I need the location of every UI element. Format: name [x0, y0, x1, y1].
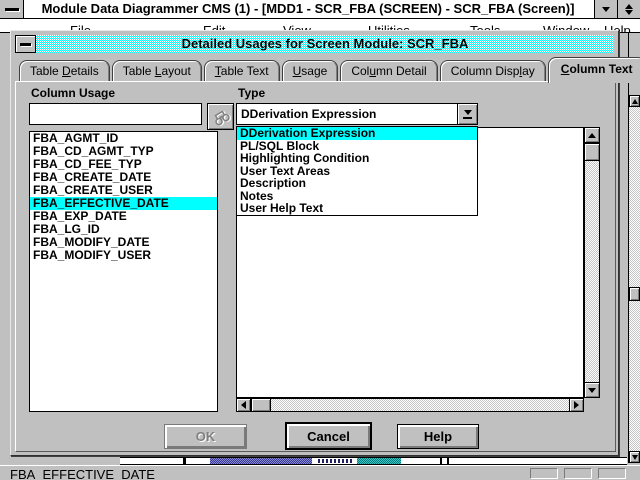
- cancel-button[interactable]: Cancel: [285, 422, 372, 450]
- column-usage-search-input[interactable]: [29, 103, 202, 125]
- dropdown-option-highlighting-condition[interactable]: Highlighting Condition: [237, 152, 477, 165]
- type-combobox[interactable]: DDerivation Expression: [236, 103, 478, 125]
- status-text: FBA_EFFECTIVE_DATE: [10, 467, 155, 480]
- status-cell: [564, 468, 592, 479]
- scroll-right-button[interactable]: [569, 398, 584, 412]
- scrollbar-thumb[interactable]: [251, 398, 271, 412]
- dialog-titlebar[interactable]: Detailed Usages for Screen Module: SCR_F…: [15, 35, 614, 53]
- tab-table-details[interactable]: Table Details: [19, 60, 110, 81]
- tab-usage[interactable]: Usage: [282, 60, 339, 81]
- scroll-down-button[interactable]: [584, 382, 600, 398]
- type-dropdown-list[interactable]: DDerivation ExpressionPL/SQL BlockHighli…: [236, 126, 478, 216]
- app-vertical-scrollbar[interactable]: [628, 33, 640, 463]
- app-system-menu-button[interactable]: [0, 0, 24, 18]
- list-item-fba-modify-user[interactable]: FBA_MODIFY_USER: [30, 249, 217, 262]
- right-arrow-icon: [574, 401, 579, 409]
- binoculars-icon: [211, 108, 231, 126]
- up-arrow-icon: [632, 99, 638, 104]
- scrollbar-thumb[interactable]: [629, 287, 640, 301]
- background-document-strip: [0, 456, 640, 465]
- minimize-icon: [602, 7, 610, 12]
- restore-button[interactable]: [617, 0, 640, 18]
- screen: Module Data Diagrammer CMS (1) - [MDD1 -…: [0, 0, 640, 480]
- dialog-system-menu-button[interactable]: [15, 35, 36, 53]
- editor-horizontal-scrollbar[interactable]: [236, 398, 584, 412]
- up-arrow-icon: [588, 133, 596, 138]
- type-label: Type: [238, 86, 265, 100]
- dropdown-option-dderivation-expression[interactable]: DDerivation Expression: [237, 127, 477, 140]
- tab-table-layout[interactable]: Table Layout: [112, 60, 202, 81]
- status-cell: [530, 468, 558, 479]
- down-arrow-icon: [588, 388, 596, 393]
- ok-button[interactable]: OK: [164, 424, 247, 449]
- tab-column-display[interactable]: Column Display: [440, 60, 546, 81]
- minimize-button[interactable]: [594, 0, 617, 18]
- find-button[interactable]: [207, 103, 234, 130]
- dropdown-option-description[interactable]: Description: [237, 177, 477, 190]
- app-title: Module Data Diagrammer CMS (1) - [MDD1 -…: [26, 0, 590, 18]
- combobox-value: DDerivation Expression: [241, 104, 376, 124]
- system-menu-icon: [20, 43, 31, 46]
- scrollbar-track[interactable]: [629, 107, 640, 451]
- combobox-dropdown-button[interactable]: [457, 104, 477, 124]
- scroll-down-button[interactable]: [629, 451, 640, 463]
- status-cell: [598, 468, 626, 479]
- editor-vertical-scrollbar[interactable]: [584, 127, 600, 398]
- tab-panel: Column Usage FBA_AGMT: [15, 81, 616, 452]
- scroll-up-button[interactable]: [629, 95, 640, 107]
- scrollbar-corner: [584, 398, 600, 412]
- tab-column-detail[interactable]: Column Detail: [340, 60, 437, 81]
- left-arrow-icon: [241, 401, 246, 409]
- down-arrow-icon: [632, 455, 638, 460]
- scroll-left-button[interactable]: [236, 398, 251, 412]
- column-usage-label: Column Usage: [31, 86, 115, 100]
- dropdown-option-user-help-text[interactable]: User Help Text: [237, 202, 477, 215]
- tab-table-text[interactable]: Table Text: [204, 60, 280, 81]
- scroll-up-button[interactable]: [584, 127, 600, 143]
- tab-strip: Table DetailsTable LayoutTable TextUsage…: [19, 59, 640, 81]
- dropdown-arrow-icon: [464, 110, 472, 115]
- tab-column-text[interactable]: Column Text: [548, 57, 640, 83]
- scrollbar-thumb[interactable]: [584, 143, 600, 161]
- status-bar: FBA_EFFECTIVE_DATE: [0, 465, 640, 480]
- app-titlebar[interactable]: Module Data Diagrammer CMS (1) - [MDD1 -…: [0, 0, 640, 19]
- column-usage-listbox[interactable]: FBA_AGMT_IDFBA_CD_AGMT_TYPFBA_CD_FEE_TYP…: [29, 131, 218, 412]
- dialog-title: Detailed Usages for Screen Module: SCR_F…: [36, 35, 614, 53]
- system-menu-icon: [5, 8, 19, 11]
- detailed-usages-dialog: Detailed Usages for Screen Module: SCR_F…: [10, 30, 619, 456]
- restore-icon: [625, 4, 633, 9]
- help-button[interactable]: Help: [397, 424, 479, 449]
